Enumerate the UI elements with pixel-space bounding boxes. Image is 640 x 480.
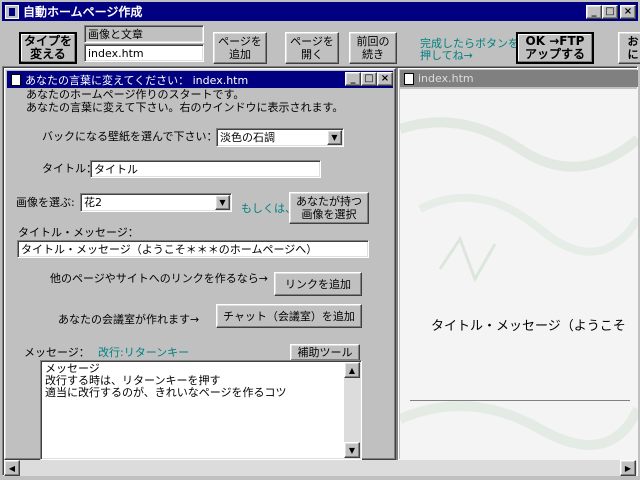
- preview-divider: [410, 400, 630, 401]
- wallpaper-texture: [400, 117, 638, 450]
- minimize-button[interactable]: _: [586, 5, 602, 19]
- title-message-label: タイトル・メッセージ：: [18, 226, 139, 239]
- scroll-up-icon[interactable]: ▲: [344, 362, 360, 378]
- message-vertical-scrollbar[interactable]: ▲ ▼: [344, 362, 360, 458]
- message-label: メッセージ：: [24, 346, 90, 359]
- add-page-button[interactable]: ページを 追加: [213, 32, 267, 64]
- title-message-input[interactable]: タイトル・メッセージ（ようこそ＊＊＊のホームページへ）: [17, 240, 369, 258]
- scroll-right-icon[interactable]: ▶: [620, 460, 636, 476]
- chevron-down-icon[interactable]: ▼: [215, 195, 230, 210]
- preview-titlebar: index.htm: [400, 70, 638, 87]
- editor-close-button[interactable]: ×: [377, 72, 393, 86]
- wallpaper-label: バックになる壁紙を選んで下さい：: [42, 130, 218, 143]
- own-image-button[interactable]: あなたが持つ 画像を選択: [289, 192, 369, 224]
- link-label: 他のページやサイトへのリンクを作るなら→: [50, 272, 268, 285]
- message-line-3: 適当に改行するのが、きれいなページを作るコツ: [45, 386, 287, 399]
- app-title: 自動ホームページ作成: [23, 5, 143, 19]
- resume-button[interactable]: 前回の 続き: [349, 32, 397, 64]
- scroll-down-icon[interactable]: ▼: [344, 442, 360, 458]
- mode-field: 画像と文章: [84, 25, 204, 43]
- newline-hint: 改行:リターンキー: [98, 346, 190, 359]
- add-link-button[interactable]: リンクを追加: [274, 272, 362, 296]
- chevron-down-icon[interactable]: ▼: [327, 130, 342, 145]
- preview-content: タイトル・メッセージ（ようこそ: [400, 89, 638, 461]
- file-name-field: index.htm: [84, 44, 204, 62]
- document-icon: [11, 73, 21, 86]
- preview-window: index.htm タイトル・メッセージ（ようこそ: [398, 68, 638, 461]
- open-page-button[interactable]: ページを 開く: [285, 32, 339, 64]
- title-label: タイトル：: [42, 162, 97, 175]
- finish-hint: 完成したらボタンを 押してね→: [420, 37, 519, 62]
- app-icon: [5, 4, 19, 19]
- document-icon: [404, 72, 414, 85]
- maximize-button[interactable]: □: [602, 5, 618, 19]
- wallpaper-select[interactable]: 淡色の石調 ▼: [216, 128, 344, 147]
- ftp-upload-button[interactable]: OK →FTP アップする: [516, 32, 594, 64]
- add-chat-button[interactable]: チャット（会議室）を追加: [216, 304, 362, 328]
- scroll-left-icon[interactable]: ◀: [4, 460, 20, 476]
- app-titlebar: 自動ホームページ作成 _ □ ×: [2, 2, 638, 21]
- preview-display-text: タイトル・メッセージ（ようこそ: [431, 319, 626, 334]
- wallpaper-value: 淡色の石調: [220, 131, 275, 144]
- editor-minimize-button[interactable]: _: [345, 72, 361, 86]
- image-value: 花2: [84, 196, 102, 209]
- horizontal-scrollbar[interactable]: ◀ ▶: [4, 460, 636, 476]
- preview-title: index.htm: [418, 72, 474, 85]
- close-button[interactable]: ×: [620, 5, 636, 19]
- message-textarea[interactable]: メッセージ 改行する時は、リターンキーを押す 適当に改行するのが、きれいなページ…: [40, 360, 362, 460]
- image-label: 画像を選ぶ:: [16, 196, 75, 209]
- editor-maximize-button[interactable]: □: [361, 72, 377, 86]
- assist-tool-button[interactable]: 補助ツール: [290, 344, 360, 361]
- cut-off-button[interactable]: お に: [618, 32, 640, 64]
- chat-label: あなたの会議室が作れます→: [58, 313, 200, 326]
- change-type-button[interactable]: タイプを 変える: [19, 32, 77, 64]
- or-label: もしくは、: [241, 202, 296, 215]
- title-input[interactable]: タイトル: [90, 160, 321, 178]
- image-select[interactable]: 花2 ▼: [80, 193, 232, 212]
- intro-line-2: あなたの言葉に変えて下さい。右のウインドウに表示されます。: [26, 101, 344, 114]
